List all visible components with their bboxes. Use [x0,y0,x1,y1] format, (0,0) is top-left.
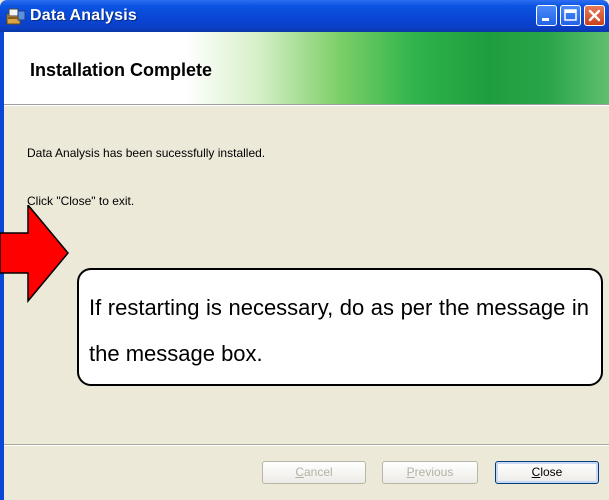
installer-window: Data Analysis Installation Complete Data… [0,0,609,500]
close-icon [588,9,601,22]
page-title: Installation Complete [30,60,213,80]
previous-accel: P [406,465,415,479]
close-window-button[interactable] [584,5,605,26]
pointer-arrow-icon [0,205,69,304]
installer-app-icon [6,8,26,25]
cancel-accel: C [295,465,304,479]
maximize-button[interactable] [560,5,581,26]
close-button[interactable]: Close [495,461,599,484]
install-success-message: Data Analysis has been sucessfully insta… [27,146,266,160]
close-label: lose [540,465,563,479]
maximize-icon [564,9,577,21]
previous-label: revious [414,465,454,479]
window-title: Data Analysis [30,7,137,24]
callout-text: If restarting is necessary, do as per th… [89,295,589,366]
header-divider [4,104,609,106]
cancel-label: ancel [303,465,333,479]
previous-button[interactable]: Previous [382,461,478,484]
minimize-button[interactable] [536,5,557,26]
title-bar[interactable]: Data Analysis [0,0,609,32]
cancel-button[interactable]: Cancel [262,461,366,484]
minimize-icon [542,18,549,21]
footer-divider [4,444,609,446]
